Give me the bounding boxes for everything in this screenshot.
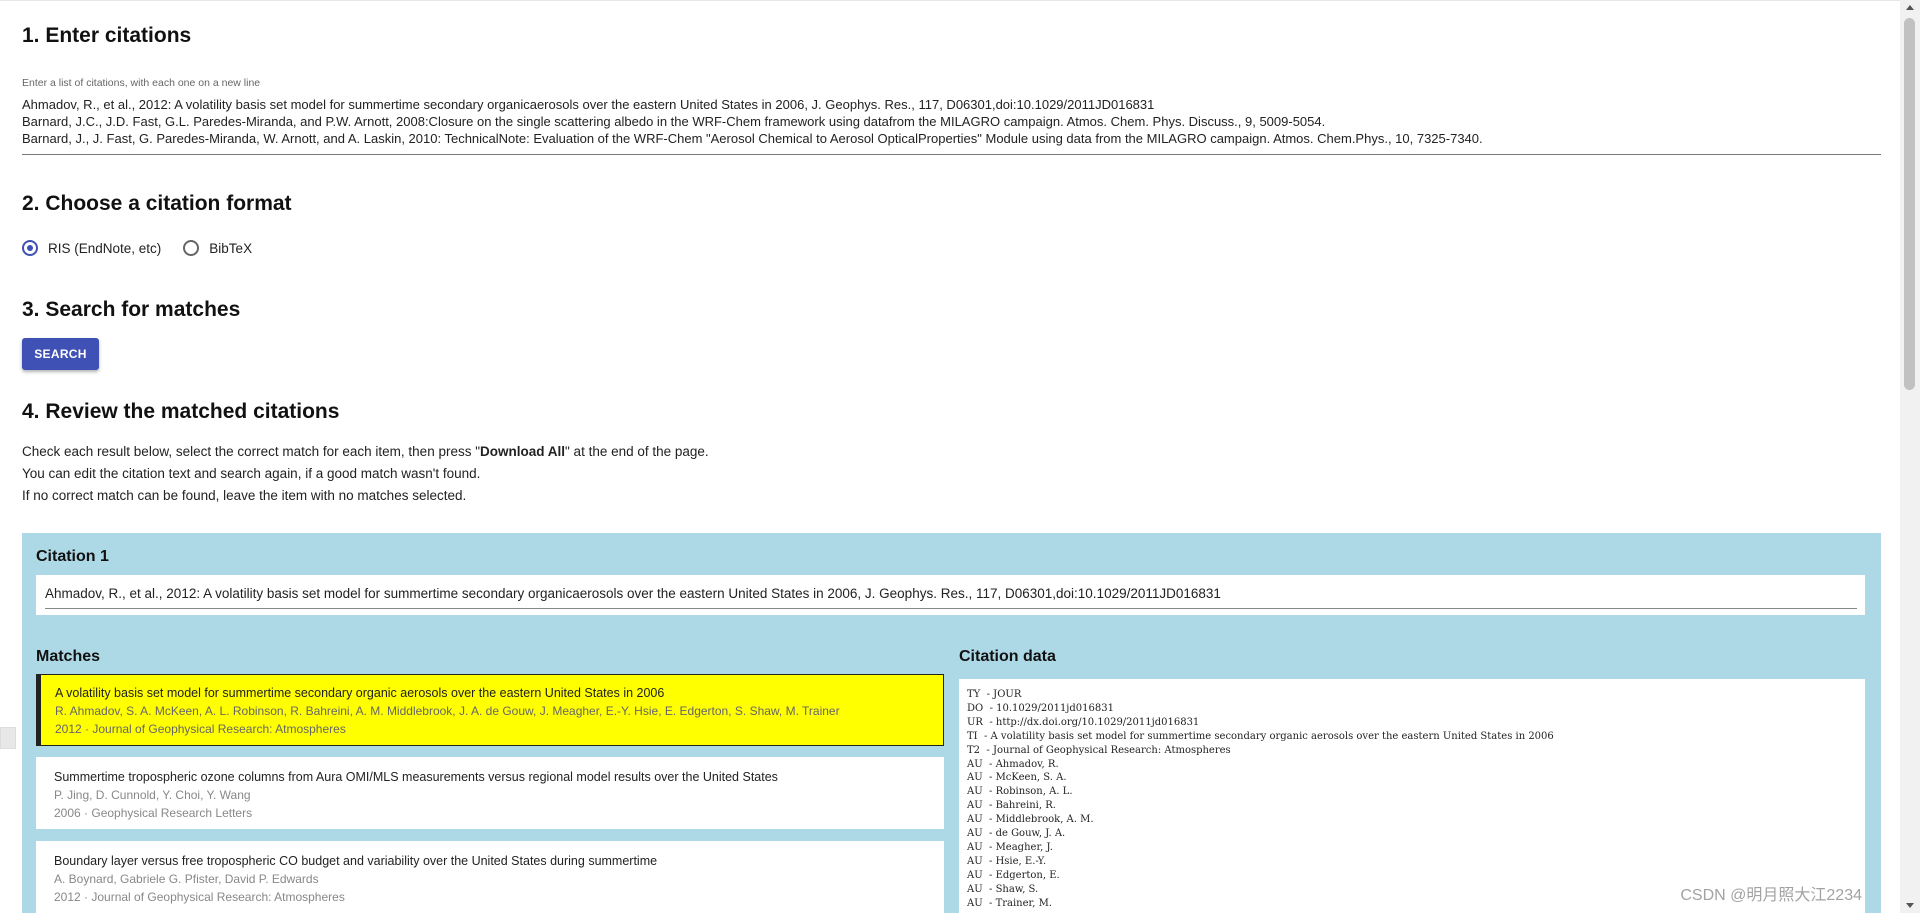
match-item[interactable]: Summertime tropospheric ozone columns fr… [36,757,944,829]
textarea-line: Ahmadov, R., et al., 2012: A volatility … [22,97,1155,112]
section-1-title: 1. Enter citations [22,24,192,47]
side-handle[interactable] [0,727,16,749]
instruction-text: " at the end of the page. [565,444,709,459]
vertical-scrollbar[interactable] [1900,0,1920,913]
ris-output: TY - JOUR DO - 10.1029/2011jd016831 UR - h… [959,679,1865,911]
match-meta: 2006 · Geophysical Research Letters [54,806,253,820]
match-authors: R. Ahmadov, S. A. McKeen, A. L. Robinson… [55,704,840,718]
ris-line: TY - JOUR [967,689,1022,700]
citation-text-input[interactable]: Ahmadov, R., et al., 2012: A volatility … [36,575,1865,615]
search-button[interactable]: SEARCH [22,338,99,370]
scrollbar-thumb[interactable] [1904,18,1915,390]
ris-line: UR - http://dx.doi.org/10.1029/2011jd016… [967,716,1200,728]
instruction-text: Check each result below, select the corr… [22,444,481,459]
ris-line: AU - Robinson, A. L. [967,786,1073,798]
download-all-emphasis: Download All [480,444,566,459]
format-radio-group: RIS (EndNote, etc) BibTeX [22,240,274,256]
ris-line: AU - McKeen, S. A. [967,772,1067,784]
citation-data-title: Citation data [959,648,1056,665]
section-2-title: 2. Choose a citation format [22,192,292,215]
match-meta: 2012 · Journal of Geophysical Research: … [54,890,345,904]
citation-data-box: TY - JOUR DO - 10.1029/2011jd016831 UR - h… [959,679,1865,913]
match-meta: 2012 · Journal of Geophysical Research: … [55,722,346,736]
top-border [0,0,1900,1]
match-title: Boundary layer versus free tropospheric … [54,854,658,868]
match-item[interactable]: Boundary layer versus free tropospheric … [36,841,944,913]
instruction-line-3: If no correct match can be found, leave … [22,488,467,503]
match-title: A volatility basis set model for summert… [55,686,665,700]
citation-card: Citation 1 Ahmadov, R., et al., 2012: A … [22,533,1881,913]
citation-text-value: Ahmadov, R., et al., 2012: A volatility … [45,586,1221,601]
ris-line: AU - Middlebrook, A. M. [967,814,1094,826]
section-3-title: 3. Search for matches [22,298,241,321]
radio-bibtex[interactable]: BibTeX [183,240,252,256]
radio-ris[interactable]: RIS (EndNote, etc) [22,240,161,256]
radio-unchecked-icon[interactable] [183,240,200,256]
instruction-line-2: You can edit the citation text and searc… [22,466,481,481]
ris-line: TI - A volatility basis set model for su… [967,730,1554,742]
ris-line: AU - de Gouw, J. A. [967,828,1066,840]
ris-line: AU - Meagher, J. [967,841,1053,853]
match-authors: P. Jing, D. Cunnold, Y. Choi, Y. Wang [54,788,251,802]
ris-line: DO - 10.1029/2011jd016831 [967,702,1114,714]
match-item-selected[interactable]: A volatility basis set model for summert… [36,674,944,746]
watermark: CSDN @明月照大江2234 [1680,887,1862,904]
radio-ris-label: RIS (EndNote, etc) [48,240,162,256]
scroll-down-arrow-icon[interactable] [1906,903,1914,908]
citations-textarea-label: Enter a list of citations, with each one… [22,77,261,89]
review-instructions: Check each result below, select the corr… [22,441,709,507]
textarea-line: Barnard, J.C., J.D. Fast, G.L. Paredes-M… [22,114,1326,129]
instruction-line-1: Check each result below, select the corr… [22,441,709,463]
citations-textarea[interactable]: Ahmadov, R., et al., 2012: A volatility … [22,96,1881,155]
match-authors: A. Boynard, Gabriele G. Pfister, David P… [54,872,319,886]
ris-line: AU - Bahreini, R. [967,800,1056,812]
section-4-title: 4. Review the matched citations [22,400,340,423]
matches-title: Matches [36,648,101,665]
textarea-line: Barnard, J., J. Fast, G. Paredes-Miranda… [22,131,1483,146]
scroll-up-arrow-icon[interactable] [1906,5,1914,10]
radio-checked-icon[interactable] [22,240,38,256]
citation-title: Citation 1 [36,548,109,565]
match-title: Summertime tropospheric ozone columns fr… [54,770,778,784]
page: 1. Enter citations Enter a list of citat… [0,0,1900,913]
ris-line: AU - Hsie, E.-Y. [967,855,1047,867]
ris-line: AU - Ahmadov, R. [967,758,1059,770]
ris-line: T2 - Journal of Geophysical Research: At… [967,744,1231,756]
input-underline [45,608,1857,609]
radio-bibtex-label: BibTeX [209,240,253,256]
